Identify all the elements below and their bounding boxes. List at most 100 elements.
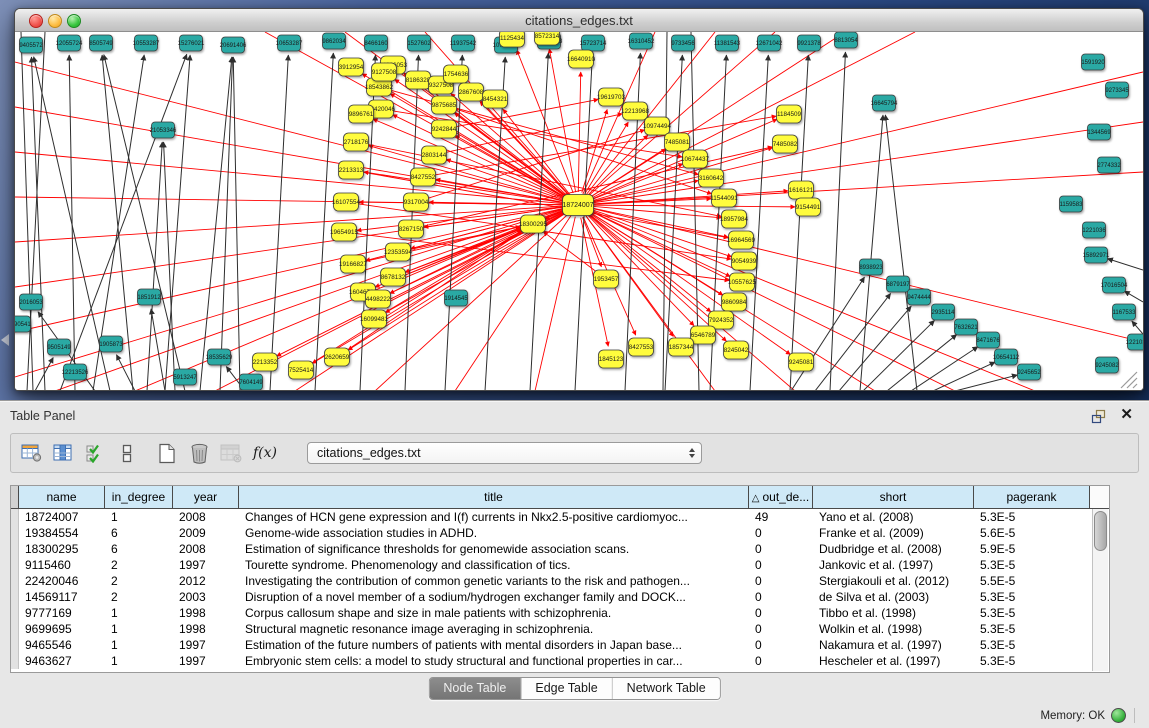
table-cell[interactable]: Changes of HCN gene expression and I(f) … <box>239 509 749 525</box>
table-mode-icon[interactable] <box>19 440 43 466</box>
tab-network-table[interactable]: Network Table <box>613 678 720 699</box>
table-cell[interactable]: 1998 <box>173 605 239 621</box>
table-cell[interactable]: 5.3E-5 <box>974 509 1090 525</box>
table-cell[interactable]: de Silva et al. (2003) <box>813 589 974 605</box>
table-cell[interactable]: Yano et al. (2008) <box>813 509 974 525</box>
table-cell[interactable]: Tibbo et al. (1998) <box>813 605 974 621</box>
column-header-short[interactable]: short <box>813 486 974 509</box>
column-header-out-de-[interactable]: △out_de... <box>749 486 813 509</box>
new-column-icon[interactable] <box>155 440 179 466</box>
float-panel-icon[interactable] <box>1091 409 1107 424</box>
table-cell[interactable]: 9699695 <box>19 621 105 637</box>
table-cell[interactable]: 22420046 <box>19 573 105 589</box>
table-row[interactable]: 1938455462009Genome-wide association stu… <box>11 525 1109 541</box>
table-cell[interactable]: Jankovic et al. (1997) <box>813 557 974 573</box>
table-cell[interactable]: 5.3E-5 <box>974 589 1090 605</box>
table-cell[interactable]: 1997 <box>173 653 239 669</box>
table-cell[interactable]: 0 <box>749 621 813 637</box>
table-cell[interactable]: 0 <box>749 573 813 589</box>
table-cell[interactable]: Wolkin et al. (1998) <box>813 621 974 637</box>
table-cell[interactable]: 1 <box>105 653 173 669</box>
table-cell[interactable]: Tourette syndrome. Phenomenology and cla… <box>239 557 749 573</box>
table-cell[interactable]: 5.3E-5 <box>974 557 1090 573</box>
table-row[interactable]: 969969511998Structural magnetic resonanc… <box>11 621 1109 637</box>
table-cell[interactable]: Genome-wide association studies in ADHD. <box>239 525 749 541</box>
table-cell[interactable]: 1 <box>105 509 173 525</box>
table-cell[interactable]: 18724007 <box>19 509 105 525</box>
table-cell[interactable]: 2012 <box>173 573 239 589</box>
table-cell[interactable]: 0 <box>749 557 813 573</box>
table-cell[interactable]: Investigating the contribution of common… <box>239 573 749 589</box>
citation-network-graph[interactable]: 1872400718300295940557212055724850574910… <box>15 32 1143 390</box>
table-row[interactable]: 946362711997Embryonic stem cells: a mode… <box>11 653 1109 669</box>
table-cell[interactable]: 9777169 <box>19 605 105 621</box>
table-cell[interactable]: 2 <box>105 589 173 605</box>
column-header-title[interactable]: title <box>239 486 749 509</box>
table-cell[interactable]: 2 <box>105 573 173 589</box>
table-cell[interactable]: Structural magnetic resonance image aver… <box>239 621 749 637</box>
table-row[interactable]: 2242004622012Investigating the contribut… <box>11 573 1109 589</box>
network-table-select[interactable]: citations_edges.txt <box>307 442 702 464</box>
table-cell[interactable]: Estimation of significance thresholds fo… <box>239 541 749 557</box>
table-cell[interactable]: Corpus callosum shape and size in male p… <box>239 605 749 621</box>
table-cell[interactable]: 1998 <box>173 621 239 637</box>
table-cell[interactable]: 19384554 <box>19 525 105 541</box>
resize-grip-icon[interactable] <box>1121 372 1137 388</box>
table-cell[interactable]: 2008 <box>173 509 239 525</box>
table-cell[interactable]: Hescheler et al. (1997) <box>813 653 974 669</box>
tab-edge-table[interactable]: Edge Table <box>521 678 612 699</box>
table-cell[interactable]: 18300295 <box>19 541 105 557</box>
table-cell[interactable]: Dudbridge et al. (2008) <box>813 541 974 557</box>
table-cell[interactable]: 9463627 <box>19 653 105 669</box>
table-cell[interactable]: 0 <box>749 589 813 605</box>
column-header-year[interactable]: year <box>173 486 239 509</box>
network-view-window[interactable]: citations_edges.txt 18724007183002959405… <box>14 8 1144 391</box>
table-cell[interactable]: 1 <box>105 605 173 621</box>
table-row[interactable]: 977716911998Corpus callosum shape and si… <box>11 605 1109 621</box>
table-cell[interactable]: 2008 <box>173 541 239 557</box>
table-cell[interactable]: 5.3E-5 <box>974 605 1090 621</box>
table-cell[interactable]: 2003 <box>173 589 239 605</box>
table-cell[interactable]: 0 <box>749 541 813 557</box>
delete-column-icon[interactable] <box>187 440 211 466</box>
scrollbar-thumb[interactable] <box>1094 511 1107 551</box>
tab-node-table[interactable]: Node Table <box>429 678 521 699</box>
table-cell[interactable]: 5.3E-5 <box>974 637 1090 653</box>
table-cell[interactable]: 6 <box>105 525 173 541</box>
collapse-panel-arrow-icon[interactable] <box>1 334 9 346</box>
table-cell[interactable]: 9465546 <box>19 637 105 653</box>
table-cell[interactable]: Disruption of a novel member of a sodium… <box>239 589 749 605</box>
table-row[interactable]: 1872400712008Changes of HCN gene express… <box>11 509 1109 525</box>
table-cell[interactable]: 5.5E-5 <box>974 573 1090 589</box>
table-cell[interactable]: 1997 <box>173 557 239 573</box>
close-panel-icon[interactable]: ✕ <box>1120 407 1133 423</box>
column-header-in-degree[interactable]: in_degree <box>105 486 173 509</box>
close-window-button[interactable] <box>29 14 43 28</box>
table-cell[interactable]: 5.6E-5 <box>974 525 1090 541</box>
table-cell[interactable]: 0 <box>749 637 813 653</box>
network-canvas[interactable]: 1872400718300295940557212055724850574910… <box>15 32 1143 390</box>
table-cell[interactable]: 5.9E-5 <box>974 541 1090 557</box>
table-cell[interactable]: 2 <box>105 557 173 573</box>
table-row[interactable]: 946554611997Estimation of the future num… <box>11 637 1109 653</box>
column-checklist-icon[interactable] <box>83 440 107 466</box>
table-cell[interactable]: 0 <box>749 525 813 541</box>
table-cell[interactable]: Stergiakouli et al. (2012) <box>813 573 974 589</box>
rows-icon[interactable] <box>115 440 139 466</box>
table-vertical-scrollbar[interactable] <box>1092 509 1108 671</box>
show-column-icon[interactable] <box>51 440 75 466</box>
table-row[interactable]: 1830029562008Estimation of significance … <box>11 541 1109 557</box>
table-row[interactable]: 911546021997Tourette syndrome. Phenomeno… <box>11 557 1109 573</box>
table-cell[interactable]: 0 <box>749 605 813 621</box>
column-header-name[interactable]: name <box>19 486 105 509</box>
function-builder-icon[interactable]: f(x) <box>253 445 277 461</box>
table-cell[interactable]: 1997 <box>173 637 239 653</box>
table-cell[interactable]: 0 <box>749 653 813 669</box>
table-cell[interactable]: 2009 <box>173 525 239 541</box>
import-table-icon[interactable] <box>219 440 243 466</box>
table-cell[interactable]: Nakamura et al. (1997) <box>813 637 974 653</box>
table-cell[interactable]: 6 <box>105 541 173 557</box>
table-cell[interactable]: 5.3E-5 <box>974 621 1090 637</box>
table-cell[interactable]: Embryonic stem cells: a model to study s… <box>239 653 749 669</box>
table-cell[interactable]: 49 <box>749 509 813 525</box>
